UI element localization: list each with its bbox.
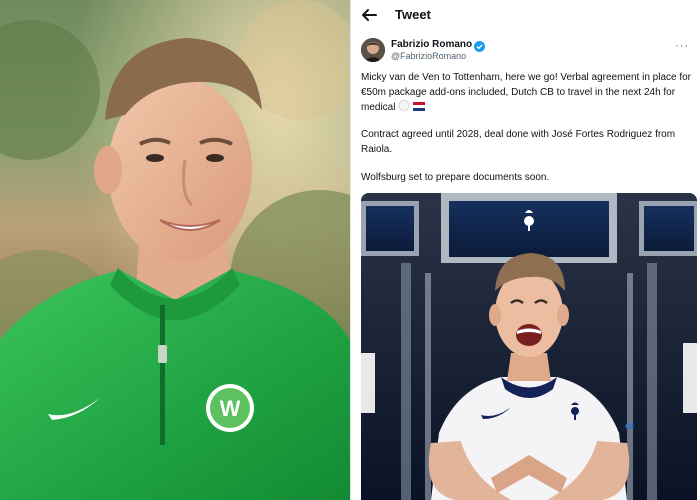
verified-badge-icon	[474, 39, 485, 52]
tweet-text-paragraph-1: Micky van de Ven to Tottenham, here we g…	[361, 71, 691, 117]
player-photo-wolfsburg: W	[0, 0, 350, 500]
avatar[interactable]	[361, 38, 385, 62]
tweet-media-image[interactable]: ci	[361, 193, 697, 500]
tweet-card: Tweet Fabrizio Romano @FabrizioRomano ··…	[350, 0, 700, 500]
player-photo-illustration: W	[0, 0, 350, 500]
tottenham-photo-illustration: ci	[361, 193, 697, 500]
page-title: Tweet	[395, 7, 431, 22]
tweet-text-1: Micky van de Ven to Tottenham, here we g…	[361, 72, 692, 113]
svg-text:W: W	[220, 396, 241, 421]
tweet-text-paragraph-3: Wolfsburg set to prepare documents soon.	[361, 172, 550, 183]
author-handle[interactable]: @FabrizioRomano	[391, 51, 466, 61]
tweet-author: Fabrizio Romano @FabrizioRomano ···	[361, 38, 700, 64]
white-flag-icon	[398, 100, 410, 117]
tweet-header: Tweet	[351, 0, 700, 30]
tweet-text-paragraph-2: Contract agreed until 2028, deal done wi…	[361, 129, 676, 155]
more-options-icon[interactable]: ···	[675, 40, 689, 52]
svg-text:ci: ci	[625, 420, 634, 432]
author-name[interactable]: Fabrizio Romano	[391, 39, 472, 50]
arrow-left-icon[interactable]	[359, 6, 379, 24]
netherlands-flag-icon	[413, 102, 426, 117]
